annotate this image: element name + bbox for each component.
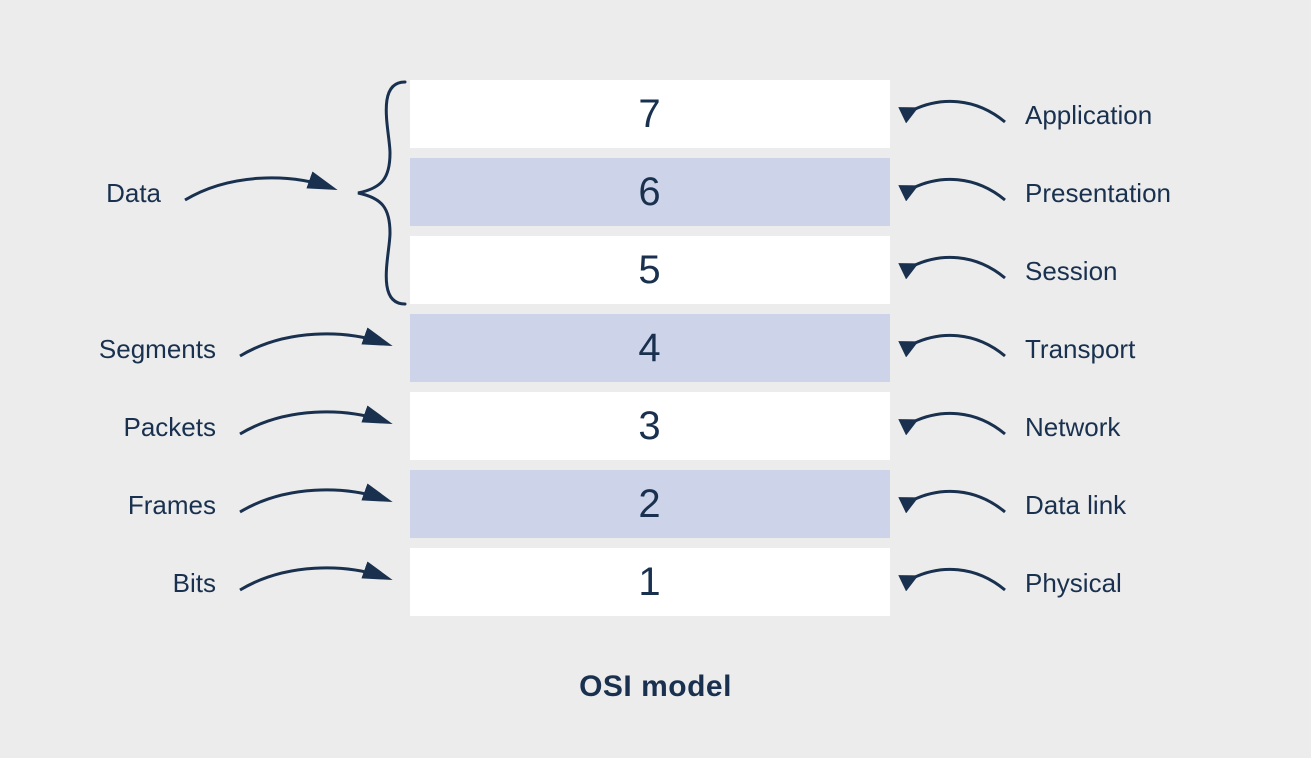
layer-label-presentation: Presentation xyxy=(1025,178,1171,209)
layer-1: 1 xyxy=(410,548,890,616)
layer-3: 3 xyxy=(410,392,890,460)
layer-number: 1 xyxy=(638,560,661,605)
arrow-right-icon xyxy=(235,404,395,444)
arrow-left-icon xyxy=(905,92,1015,132)
osi-diagram: 7 6 5 4 3 2 1 OSI model Application Pres… xyxy=(0,0,1311,758)
layer-5: 5 xyxy=(410,236,890,304)
layer-label-physical: Physical xyxy=(1025,568,1122,599)
layer-stack: 7 6 5 4 3 2 1 xyxy=(410,80,890,616)
layer-number: 2 xyxy=(638,482,661,527)
arrow-left-icon xyxy=(905,326,1015,366)
arrow-right-icon xyxy=(235,326,395,366)
layer-number: 6 xyxy=(638,170,661,215)
layer-7: 7 xyxy=(410,80,890,148)
layer-label-application: Application xyxy=(1025,100,1152,131)
arrow-right-icon xyxy=(235,482,395,522)
layer-number: 4 xyxy=(638,326,661,371)
layer-number: 5 xyxy=(638,248,661,293)
arrow-left-icon xyxy=(905,560,1015,600)
arrow-left-icon xyxy=(905,404,1015,444)
data-unit-label-packets: Packets xyxy=(124,412,217,443)
layer-2: 2 xyxy=(410,470,890,538)
curly-brace-icon xyxy=(350,78,410,308)
layer-label-session: Session xyxy=(1025,256,1118,287)
layer-6: 6 xyxy=(410,158,890,226)
layer-number: 3 xyxy=(638,404,661,449)
layer-label-network: Network xyxy=(1025,412,1120,443)
data-unit-label-segments: Segments xyxy=(99,334,216,365)
layer-label-data-link: Data link xyxy=(1025,490,1126,521)
arrow-right-icon xyxy=(180,170,340,210)
diagram-title: OSI model xyxy=(0,670,1311,704)
layer-number: 7 xyxy=(638,92,661,137)
layer-label-transport: Transport xyxy=(1025,334,1135,365)
arrow-left-icon xyxy=(905,482,1015,522)
layer-4: 4 xyxy=(410,314,890,382)
data-unit-label-frames: Frames xyxy=(128,490,216,521)
arrow-left-icon xyxy=(905,170,1015,210)
arrow-left-icon xyxy=(905,248,1015,288)
data-unit-label-bits: Bits xyxy=(173,568,216,599)
data-unit-label-data: Data xyxy=(106,178,161,209)
arrow-right-icon xyxy=(235,560,395,600)
